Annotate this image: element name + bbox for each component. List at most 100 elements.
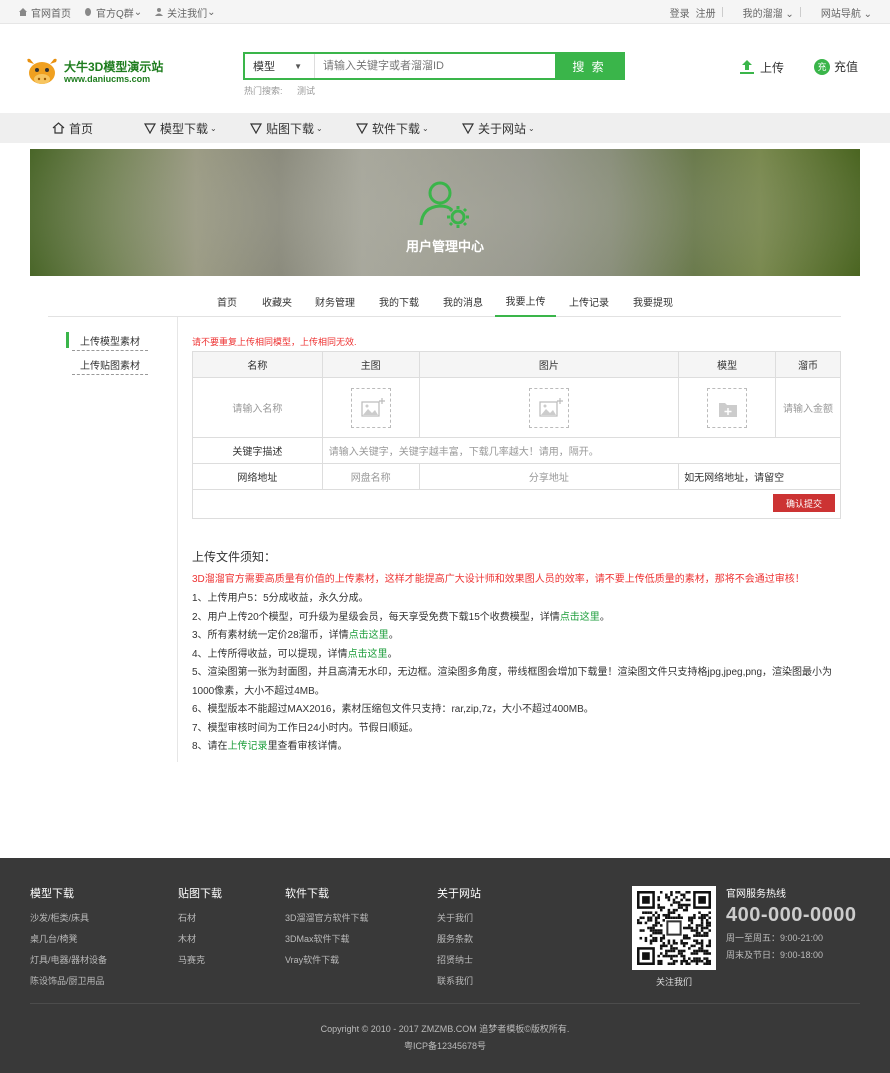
details-link[interactable]: 点击这里	[560, 612, 600, 623]
search-bar: 模型 ▼ 搜 索	[243, 52, 625, 80]
footer-col-models: 模型下载 沙发/柜类/床具 桌几台/椅凳 灯具/电器/器材设备 陈设饰品/厨卫用…	[30, 885, 107, 992]
footer-link[interactable]: 灯具/电器/器材设备	[30, 950, 107, 971]
home-link[interactable]: 官网首页	[18, 5, 71, 20]
copyright: Copyright © 2010 - 2017 ZMZMB.COM 追梦者模板©…	[0, 1021, 890, 1055]
hotline-number: 400-000-0000	[726, 904, 857, 926]
footer-link[interactable]: 联系我们	[437, 971, 481, 992]
divider	[721, 7, 723, 17]
tab-my-downloads[interactable]: 我的下载	[372, 285, 426, 317]
site-logo[interactable]: 大牛3D模型演示站 www.daniucms.com	[24, 55, 174, 89]
qq-group-link[interactable]: 官方Q群 ⌄	[83, 5, 142, 20]
sidebar-item-upload-model[interactable]: 上传模型素材	[66, 331, 148, 351]
gallery-image-upload[interactable]	[528, 387, 569, 428]
image-add-icon	[539, 397, 563, 417]
filter-icon	[356, 122, 368, 134]
nav-home[interactable]: 首页	[52, 113, 93, 143]
footer-link[interactable]: Vray软件下载	[285, 950, 369, 971]
filter-icon	[462, 122, 474, 134]
submit-button[interactable]: 确认提交	[773, 494, 835, 512]
search-category-select[interactable]: 模型 ▼	[245, 54, 315, 78]
tab-home[interactable]: 首页	[208, 285, 246, 317]
tab-finance[interactable]: 财务管理	[308, 285, 362, 317]
col-coins-header: 溜币	[775, 351, 841, 378]
name-input[interactable]: 请输入名称	[192, 377, 323, 438]
recharge-button[interactable]: 充 充值	[814, 58, 858, 75]
netdisk-name-input[interactable]: 网盘名称	[321, 463, 420, 490]
qq-icon	[85, 8, 91, 16]
divider	[799, 7, 801, 17]
nav-textures[interactable]: 贴图下载 ⌄	[250, 113, 323, 143]
tab-withdraw[interactable]: 我要提现	[626, 285, 680, 317]
tab-favorites[interactable]: 收藏夹	[255, 285, 299, 317]
site-nav-menu[interactable]: 网站导航 ⌄	[815, 5, 872, 20]
upload-form-table: 名称 主图 图片 模型 溜币 请输入名称 请输入金额 关键字描述 请输入关键字，…	[192, 351, 842, 490]
nav-software[interactable]: 软件下载 ⌄	[356, 113, 429, 143]
follow-us-link[interactable]: 关注我们 ⌄	[154, 5, 216, 20]
netdisk-label: 网络地址	[192, 463, 323, 490]
footer-link[interactable]: 石材	[178, 908, 222, 929]
footer-col-textures: 贴图下载 石材 木材 马赛克	[178, 885, 222, 971]
model-file-upload[interactable]	[707, 387, 748, 428]
sidebar-item-upload-texture[interactable]: 上传贴图素材	[72, 355, 148, 375]
register-link[interactable]: 注册	[696, 5, 716, 20]
footer-col-software: 软件下载 3D溜溜官方软件下载 3DMax软件下载 Vray软件下载	[285, 885, 369, 971]
upload-records-link[interactable]: 上传记录	[228, 741, 268, 752]
nav-about[interactable]: 关于网站 ⌄	[462, 113, 535, 143]
footer-col-about: 关于网站 关于我们 服务条款 招贤纳士 联系我们	[437, 885, 481, 992]
chevron-down-icon: ⌄	[210, 123, 217, 133]
footer-link[interactable]: 3DMax软件下载	[285, 929, 369, 950]
footer-link[interactable]: 陈设饰品/厨卫用品	[30, 971, 107, 992]
footer-link[interactable]: 关于我们	[437, 908, 481, 929]
footer-link[interactable]: 木材	[178, 929, 222, 950]
search-input[interactable]	[315, 54, 555, 78]
footer-divider	[30, 1003, 860, 1004]
chevron-down-icon: ⌄	[207, 6, 216, 18]
notice-title: 上传文件须知：	[192, 550, 277, 564]
top-bar: 官网首页 官方Q群 ⌄ 关注我们 ⌄ 登录 注册 我的溜溜 ⌄ 网站导航 ⌄	[0, 0, 890, 24]
my-account-menu[interactable]: 我的溜溜 ⌄	[737, 5, 794, 20]
tab-upload-records[interactable]: 上传记录	[562, 285, 616, 317]
notice-item: 1、上传用户5：5分成收益，永久分成。	[192, 593, 369, 604]
chevron-down-icon: ⌄	[422, 123, 429, 133]
footer-link[interactable]: 招贤纳士	[437, 950, 481, 971]
details-link[interactable]: 点击这里	[349, 630, 389, 641]
notice-item: 6、模型版本不能超过MAX2016，素材压缩包文件只支持：rar,zip,7z，…	[192, 704, 594, 715]
nav-models[interactable]: 模型下载 ⌄	[144, 113, 217, 143]
tab-upload[interactable]: 我要上传	[495, 285, 556, 317]
image-add-icon	[361, 397, 385, 417]
qr-caption: 关注我们	[655, 977, 692, 987]
footer-link[interactable]: 服务条款	[437, 929, 481, 950]
recharge-icon: 充	[814, 58, 830, 75]
main-nav: 首页 模型下载 ⌄ 贴图下载 ⌄ 软件下载 ⌄ 关于网站 ⌄	[0, 113, 890, 143]
hot-term[interactable]: 测试	[297, 86, 315, 96]
logo-url: www.daniucms.com	[64, 73, 151, 84]
footer-link[interactable]: 沙发/柜类/床具	[30, 908, 107, 929]
footer-link[interactable]: 3D溜溜官方软件下载	[285, 908, 369, 929]
notice-item: 4、上传所得收益，可以提现，详情点击这里。	[192, 648, 398, 660]
chevron-down-icon: ⌄	[133, 6, 143, 18]
no-url-hint: 如无网络地址，请留空	[678, 463, 841, 490]
notice-highlight: 3D溜溜官方需要高质量有价值的上传素材，这样才能提高广大设计师和效果图人员的效率…	[192, 574, 805, 585]
share-url-input[interactable]: 分享地址	[418, 463, 680, 490]
login-link[interactable]: 登录	[670, 5, 690, 20]
upload-notice: 上传文件须知： 3D溜溜官方需要高质量有价值的上传素材，这样才能提高广大设计师和…	[192, 548, 842, 757]
keyword-input[interactable]: 请输入关键字，关键字越丰富，下载几率越大！请用，隔开。	[321, 437, 842, 464]
amount-input[interactable]: 请输入金额	[775, 377, 841, 438]
keyword-label: 关键字描述	[192, 437, 323, 464]
search-button[interactable]: 搜 索	[555, 54, 623, 78]
cover-image-upload[interactable]	[350, 387, 391, 428]
upload-button[interactable]: 上传	[738, 58, 784, 76]
user-center-tabs: 首页 收藏夹 财务管理 我的下载 我的消息 我要上传 上传记录 我要提现	[48, 285, 841, 317]
user-icon	[155, 8, 164, 16]
qr-code-icon	[637, 891, 711, 965]
details-link[interactable]: 点击这里	[348, 649, 388, 660]
user-center-banner: 用户管理中心	[30, 149, 860, 276]
folder-add-icon	[719, 402, 738, 417]
footer-link[interactable]: 桌几台/椅凳	[30, 929, 107, 950]
footer-link[interactable]: 马赛克	[178, 950, 222, 971]
home-icon	[19, 8, 27, 16]
logo-text: 大牛3D模型演示站	[64, 59, 164, 74]
tab-my-messages[interactable]: 我的消息	[436, 285, 490, 317]
notice-item: 3、所有素材统一定价28溜币，详情点击这里。	[192, 630, 399, 641]
notice-item: 8、请在上传记录里查看审核详情。	[192, 741, 348, 752]
